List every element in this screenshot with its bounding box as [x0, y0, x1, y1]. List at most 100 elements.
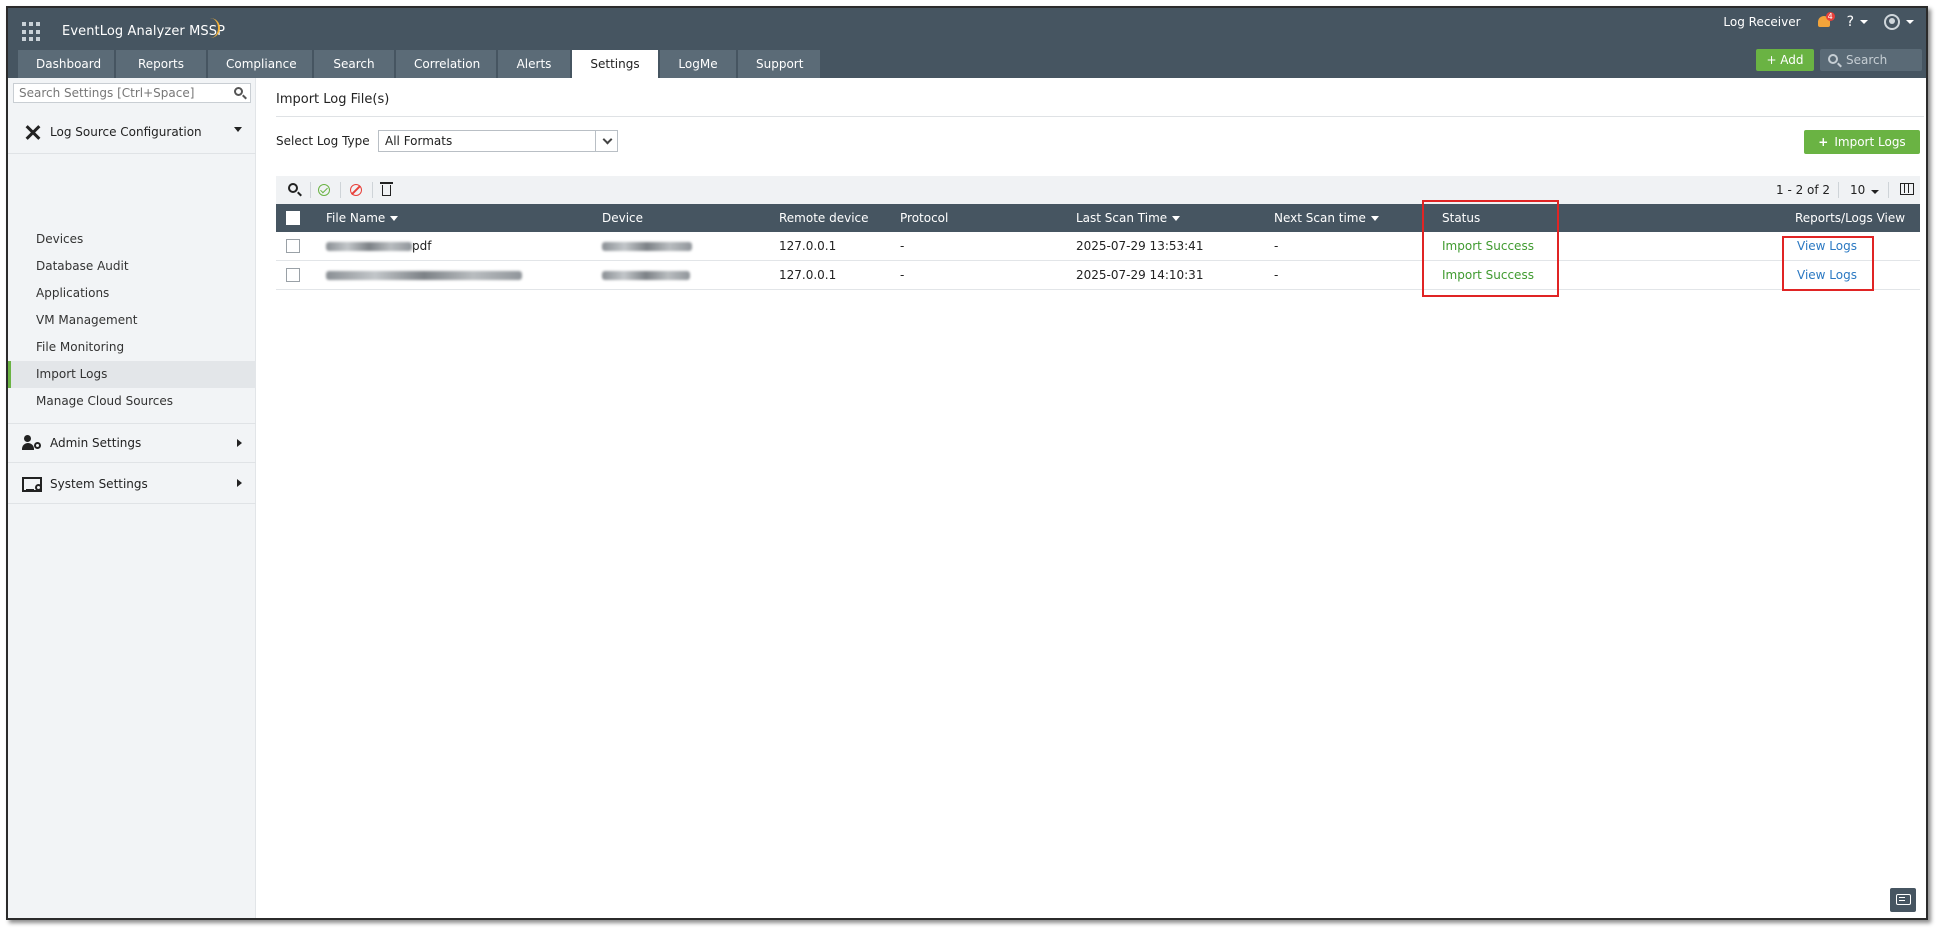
row-checkbox[interactable] — [286, 232, 300, 260]
header-device: Device — [602, 211, 644, 225]
log-receiver-link[interactable]: Log Receiver — [1723, 15, 1800, 29]
delete-icon[interactable] — [380, 182, 393, 196]
tab-dashboard[interactable]: Dashboard — [18, 50, 114, 78]
tab-search[interactable]: Search — [314, 50, 394, 78]
column-chooser-icon[interactable] — [1900, 183, 1914, 195]
sort-icon — [390, 215, 399, 221]
log-source-menu: Devices Database Audit Applications VM M… — [8, 226, 256, 415]
sidebar-item-applications[interactable]: Applications — [8, 280, 256, 307]
tab-alerts[interactable]: Alerts — [498, 50, 570, 78]
tab-logme[interactable]: LogMe — [660, 50, 736, 78]
grid-toolbar: 1 - 2 of 2 10 — [276, 176, 1920, 204]
page-title: Import Log File(s) — [276, 92, 390, 107]
title-divider — [276, 116, 1924, 117]
device-cell — [602, 232, 692, 260]
header-file-name[interactable]: File Name — [326, 204, 399, 232]
admin-user-icon — [22, 434, 42, 452]
caret-right-icon — [237, 439, 242, 447]
chat-icon[interactable] — [1890, 888, 1916, 912]
sidebar-item-devices[interactable]: Devices — [8, 226, 256, 253]
select-all-checkbox[interactable] — [286, 204, 300, 232]
tab-support[interactable]: Support — [738, 50, 820, 78]
sort-icon — [1370, 215, 1379, 221]
caret-down-icon — [234, 127, 242, 132]
tab-settings[interactable]: Settings — [572, 50, 658, 78]
import-logs-button[interactable]: + Import Logs — [1804, 130, 1920, 154]
sidebar-item-file-monitoring[interactable]: File Monitoring — [8, 334, 256, 361]
table-row: pdf 127.0.0.1 - 2025-07-29 13:53:41 - Im… — [276, 232, 1920, 261]
user-avatar-icon — [1884, 14, 1900, 30]
tab-reports[interactable]: Reports — [116, 50, 206, 78]
plus-icon: + — [1818, 135, 1829, 149]
tab-correlation[interactable]: Correlation — [396, 50, 496, 78]
section-admin-settings[interactable]: Admin Settings — [8, 423, 256, 463]
header-protocol: Protocol — [900, 211, 949, 225]
search-icon — [234, 87, 243, 96]
enable-icon[interactable] — [318, 184, 330, 196]
protocol-cell: - — [900, 268, 905, 282]
sidebar-item-manage-cloud-sources[interactable]: Manage Cloud Sources — [8, 388, 256, 415]
remote-device-cell: 127.0.0.1 — [779, 239, 837, 253]
next-scan-cell: - — [1274, 239, 1279, 253]
file-name-cell — [326, 261, 522, 289]
section-system-settings[interactable]: System Settings — [8, 464, 256, 504]
last-scan-cell: 2025-07-29 13:53:41 — [1076, 239, 1204, 253]
redacted-file-name — [326, 270, 522, 280]
top-right-menu: Log Receiver 4 ? — [1707, 10, 1914, 34]
disable-icon[interactable] — [350, 184, 362, 196]
top-bar: EventLog Analyzer MSSP Log Receiver 4 ? … — [8, 8, 1926, 78]
next-scan-cell: - — [1274, 268, 1279, 282]
log-type-label: Select Log Type — [276, 134, 370, 148]
sidebar-item-database-audit[interactable]: Database Audit — [8, 253, 256, 280]
global-search-input[interactable]: Search — [1820, 49, 1922, 71]
table-header: File Name Device Remote device Protocol … — [276, 204, 1920, 232]
user-menu[interactable] — [1884, 14, 1914, 30]
settings-sidebar: Search Settings [Ctrl+Space] Log Source … — [8, 78, 256, 918]
protocol-cell: - — [900, 239, 905, 253]
import-logs-label: Import Logs — [1834, 135, 1906, 149]
chevron-down-icon — [1871, 190, 1880, 194]
notifications-button[interactable]: 4 — [1817, 12, 1835, 29]
table-row: 127.0.0.1 - 2025-07-29 14:10:31 - Import… — [276, 261, 1920, 290]
bell-icon: 4 — [1817, 12, 1835, 29]
file-name-cell: pdf — [326, 232, 431, 260]
status-highlight-box — [1422, 200, 1559, 297]
row-checkbox[interactable] — [286, 261, 300, 289]
section-label: Log Source Configuration — [50, 124, 202, 139]
product-logo-text: EventLog Analyzer MSSP — [62, 24, 226, 39]
last-scan-cell: 2025-07-29 14:10:31 — [1076, 268, 1204, 282]
header-last-scan-time[interactable]: Last Scan Time — [1076, 204, 1181, 232]
chevron-down-icon — [602, 134, 613, 145]
settings-search-placeholder: Search Settings [Ctrl+Space] — [19, 86, 195, 100]
section-label: System Settings — [50, 476, 148, 491]
app-window: EventLog Analyzer MSSP Log Receiver 4 ? … — [6, 6, 1928, 920]
view-logs-highlight-box — [1782, 236, 1874, 291]
per-page-value: 10 — [1850, 183, 1866, 197]
log-type-select[interactable]: All Formats — [378, 130, 618, 152]
notification-badge: 4 — [1825, 12, 1835, 21]
device-cell — [602, 261, 690, 289]
caret-right-icon — [237, 479, 242, 487]
header-next-scan-time[interactable]: Next Scan time — [1274, 204, 1379, 232]
redacted-device — [602, 241, 692, 251]
search-icon — [1828, 54, 1838, 64]
chevron-down-icon — [1906, 20, 1914, 24]
pagination-info: 1 - 2 of 2 — [1776, 183, 1831, 197]
header-reports-logs-view: Reports/Logs View — [1795, 211, 1906, 225]
redacted-device — [602, 270, 690, 280]
per-page-select[interactable]: 10 — [1850, 183, 1880, 197]
tools-icon — [22, 123, 42, 141]
help-menu[interactable]: ? — [1847, 14, 1868, 30]
tab-compliance[interactable]: Compliance — [208, 50, 312, 78]
filter-search-icon[interactable] — [286, 182, 302, 198]
add-button[interactable]: + Add — [1756, 49, 1814, 71]
settings-search-input[interactable]: Search Settings [Ctrl+Space] — [13, 83, 251, 103]
redacted-file-name — [326, 241, 412, 251]
apps-grid-icon[interactable] — [22, 22, 42, 42]
sort-icon — [1172, 215, 1181, 221]
sidebar-item-import-logs[interactable]: Import Logs — [8, 361, 256, 388]
global-search-placeholder: Search — [1846, 53, 1888, 67]
chevron-down-icon — [1860, 20, 1868, 24]
section-log-source-configuration[interactable]: Log Source Configuration — [8, 110, 256, 154]
sidebar-item-vm-management[interactable]: VM Management — [8, 307, 256, 334]
